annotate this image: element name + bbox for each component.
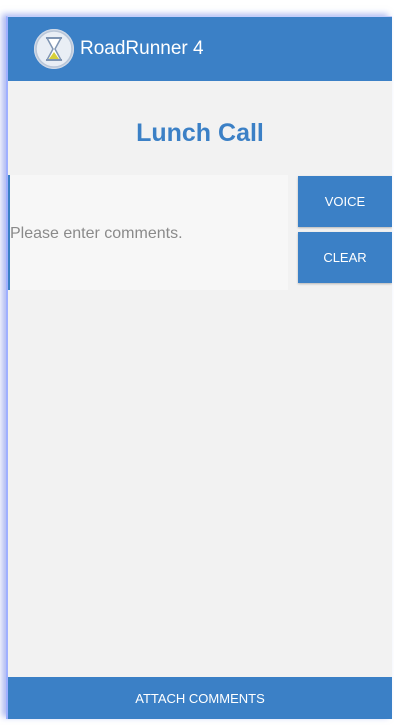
clear-button[interactable]: CLEAR xyxy=(298,232,392,283)
app-bar: RoadRunner 4 xyxy=(8,17,392,81)
page-title: Lunch Call xyxy=(136,119,264,147)
app-window: RoadRunner 4 Lunch Call Please enter com… xyxy=(6,16,392,719)
hourglass-icon xyxy=(34,29,74,69)
app-title: RoadRunner 4 xyxy=(80,38,204,59)
comments-input[interactable]: Please enter comments. xyxy=(8,175,288,290)
comments-placeholder: Please enter comments. xyxy=(10,225,183,242)
attach-comments-button[interactable]: ATTACH COMMENTS xyxy=(8,677,392,719)
voice-button[interactable]: VOICE xyxy=(298,176,392,227)
